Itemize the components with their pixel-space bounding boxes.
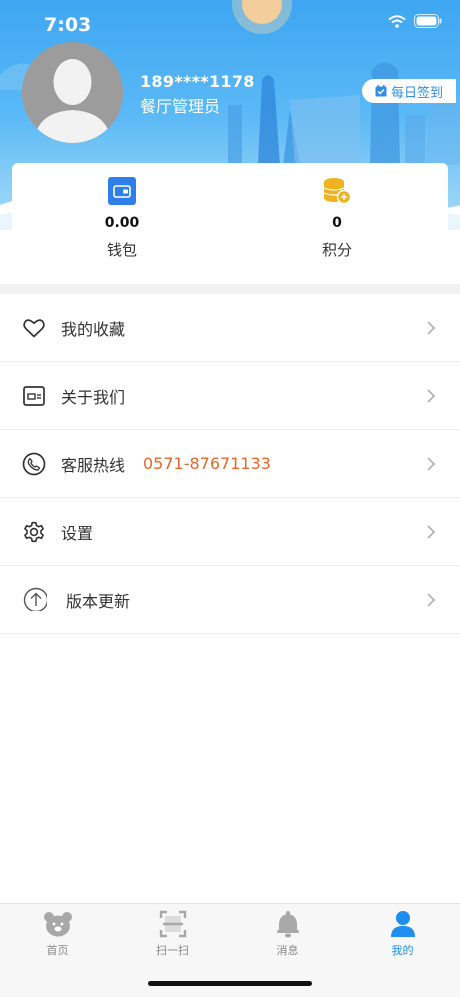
points-stat[interactable]: 0 积分 [277,177,397,260]
wallet-stat[interactable]: 0.00 钱包 [62,177,182,260]
upload-arrow-icon [23,587,47,611]
battery-icon [414,14,442,28]
heart-icon [23,319,45,338]
wallet-value: 0.00 [104,215,140,231]
menu-item-favorites[interactable]: 我的收藏 [0,294,460,362]
daily-signin-label: 每日签到 [390,85,443,101]
menu-label: 关于我们 [61,387,126,407]
chevron-right-icon [427,593,436,607]
bear-icon [43,912,72,937]
menu-item-update[interactable]: 版本更新 [0,566,460,634]
bell-icon [276,911,299,938]
points-label: 积分 [321,241,352,259]
chevron-right-icon [427,457,436,471]
wallet-label: 钱包 [106,241,137,259]
chevron-right-icon [427,389,436,403]
hotline-number[interactable]: 0571-87671133 [143,454,271,473]
tab-label: 我的 [391,944,414,957]
tab-scan[interactable]: 扫一扫 [115,910,230,958]
status-indicators [388,14,442,28]
calendar-check-icon [375,85,387,97]
tab-label: 消息 [276,944,299,957]
user-silhouette-icon [22,42,123,143]
tab-home[interactable]: 首页 [0,910,115,958]
menu-label: 我的收藏 [61,319,126,339]
wifi-icon [388,14,406,28]
phone-icon [22,452,46,476]
tab-label: 首页 [46,944,69,957]
avatar[interactable] [22,42,123,143]
daily-signin-button[interactable]: 每日签到 [362,79,456,103]
menu-item-settings[interactable]: 设置 [0,498,460,566]
stats-card: 0.00 钱包 0 积分 [12,163,448,271]
menu-label: 设置 [61,523,94,543]
chevron-right-icon [427,525,436,539]
settings-menu: 我的收藏 关于我们 客服热线 0571-87671133 设置 版本更新 [0,294,460,634]
menu-label: 客服热线 [61,455,126,475]
person-icon [390,911,415,937]
gear-icon [24,521,44,543]
info-card-icon [23,386,45,406]
user-phone: 189****1178 [140,72,255,91]
menu-item-hotline[interactable]: 客服热线 0571-87671133 [0,430,460,498]
wallet-icon [108,177,136,205]
tab-messages[interactable]: 消息 [230,910,345,958]
section-divider [0,284,460,294]
points-value: 0 [332,215,342,231]
chevron-right-icon [427,321,436,335]
scan-icon [159,910,186,938]
status-time: 7:03 [44,14,92,36]
tab-mine[interactable]: 我的 [345,910,460,958]
coins-icon [323,178,352,205]
menu-item-about[interactable]: 关于我们 [0,362,460,430]
home-indicator[interactable] [148,981,312,986]
user-role: 餐厅管理员 [140,97,221,116]
tab-label: 扫一扫 [156,944,189,957]
menu-label: 版本更新 [66,591,131,611]
